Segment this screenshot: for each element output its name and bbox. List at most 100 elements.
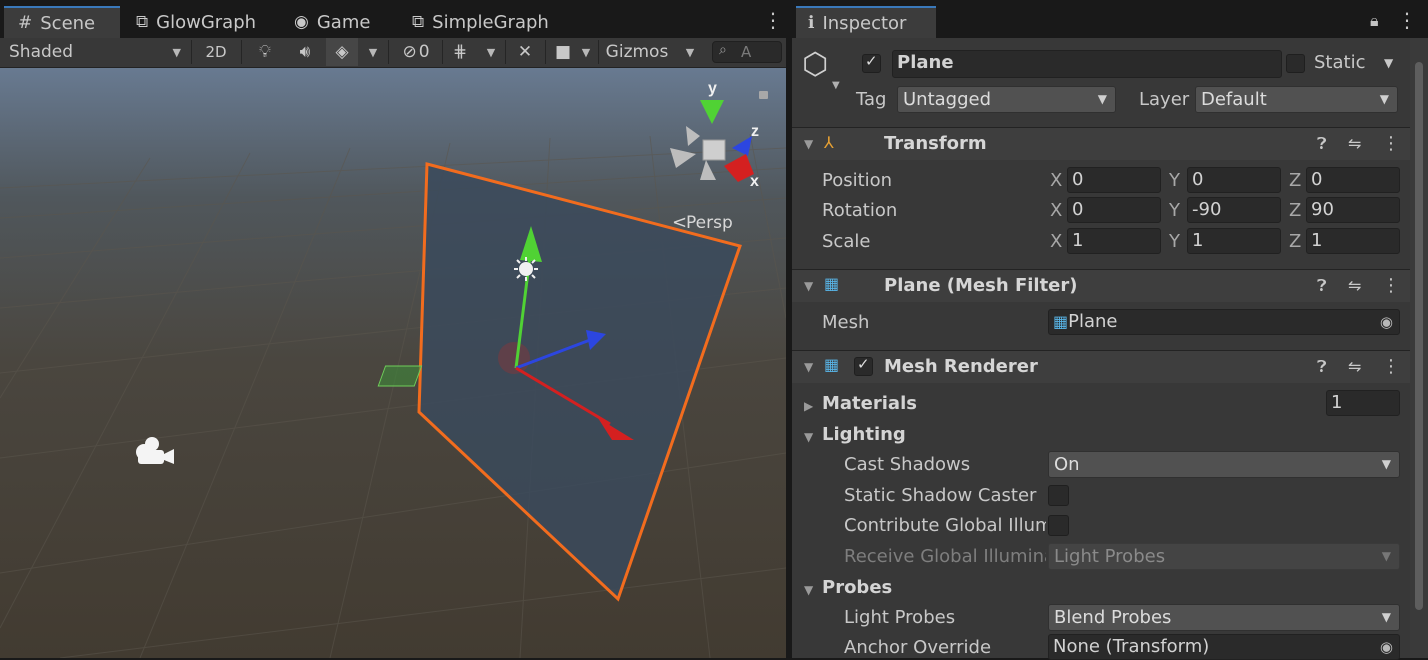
inspector-panel: ℹ Inspector 🔒︎ ⋮ ⬡ ▼ Plane Static ▼ Tag … [792,0,1428,660]
help-icon[interactable]: ❓︎ [1317,134,1327,154]
rotation-z-field[interactable]: 90 [1306,197,1400,223]
help-icon[interactable]: ❓︎ [1317,276,1327,296]
rotation-z-value: 90 [1311,199,1334,220]
icon-chevron-down-icon[interactable]: ▼ [832,80,840,91]
chevron-down-icon: ▼ [1097,92,1107,106]
camera-chevron-down-icon[interactable]: ▼ [576,38,596,66]
scale-y-label: Y [1169,231,1180,252]
tag-dropdown[interactable]: Untagged ▼ [897,86,1116,113]
grid-chevron-down-icon[interactable]: ▼ [480,38,502,66]
search-placeholder: A [741,43,752,61]
help-icon[interactable]: ❓︎ [1317,357,1327,377]
object-active-checkbox[interactable] [862,52,881,73]
lighting-toggle-icon[interactable]: 💡︎ [250,38,280,66]
gizmos-button[interactable]: Gizmos [602,38,672,66]
transform-axes-icon: ⅄ [824,133,834,152]
fold-down-icon[interactable]: ▼ [804,360,813,374]
scene-viewport[interactable]: y z x < Persp [0,68,786,658]
position-y-field[interactable]: 0 [1187,167,1281,193]
cast-shadows-dropdown[interactable]: On ▼ [1048,451,1400,478]
preset-icon[interactable]: ⇋ [1348,134,1361,153]
rotation-x-field[interactable]: 0 [1067,197,1161,223]
tools-icon[interactable]: ✕ [510,38,540,66]
xz-plane-handle [377,365,423,387]
materials-count-field[interactable]: 1 [1326,390,1400,416]
rotation-x-value: 0 [1072,199,1084,220]
materials-count: 1 [1331,392,1343,413]
mesh-label: Mesh [822,312,870,333]
mode-2d-toggle[interactable]: 2D [196,38,236,66]
component-menu-kebab-icon[interactable]: ⋮ [1382,133,1400,154]
light-probes-dropdown[interactable]: Blend Probes ▼ [1048,604,1400,631]
lighting-label[interactable]: Lighting [822,424,906,445]
scale-x-label: X [1050,231,1063,252]
receive-gi-label: Receive Global Illumina [844,546,1046,567]
shading-mode-dropdown[interactable]: Shaded ▼ [0,38,190,66]
scale-x-field[interactable]: 1 [1067,228,1161,254]
effects-toggle-icon[interactable]: ◈ [326,38,358,66]
anchor-override-field[interactable]: None (Transform) ◉ [1048,634,1400,660]
static-chevron-down-icon[interactable]: ▼ [1384,56,1393,70]
scale-y-field[interactable]: 1 [1187,228,1281,254]
preset-icon[interactable]: ⇋ [1348,357,1361,376]
component-menu-kebab-icon[interactable]: ⋮ [1382,275,1400,296]
static-label: Static [1314,52,1366,73]
static-shadow-caster-checkbox[interactable] [1048,485,1069,506]
transform-title: Transform [884,133,987,154]
audio-toggle-icon[interactable]: 🔊︎ [290,38,320,66]
scene-search-input[interactable]: ⌕ A [712,41,782,63]
object-picker-icon[interactable]: ◉ [1380,635,1393,659]
grid-snap-icon[interactable]: ⋕ [446,38,474,66]
gizmos-chevron-down-icon[interactable]: ▼ [680,38,700,66]
camera-settings-icon[interactable]: ■ [550,38,576,66]
transform-header[interactable]: ▼ ⅄ Transform ❓︎ ⇋ ⋮ [792,127,1410,160]
scene-menu-kebab-icon[interactable]: ⋮ [763,10,783,30]
info-icon: ℹ [808,13,815,33]
component-menu-kebab-icon[interactable]: ⋮ [1382,356,1400,377]
layer-dropdown[interactable]: Default ▼ [1195,86,1398,113]
scene-panel: # Scene ⧉ GlowGraph ◉ Game ⧉ SimpleGraph… [0,0,786,658]
materials-foldout-right-icon[interactable]: ▶ [804,399,813,413]
tab-scene[interactable]: # Scene [4,6,120,38]
tab-game[interactable]: ◉ Game [294,6,370,38]
effects-chevron-down-icon[interactable]: ▼ [362,38,384,66]
object-picker-icon[interactable]: ◉ [1380,310,1393,334]
materials-label[interactable]: Materials [822,393,917,414]
tab-scene-label: Scene [40,12,96,34]
projection-chevron-icon: < [672,212,687,233]
mesh-filter-header[interactable]: ▼ ▦ Plane (Mesh Filter) ❓︎ ⇋ ⋮ [792,269,1410,302]
gamepad-icon: ◉ [294,12,309,32]
contribute-gi-checkbox[interactable] [1048,515,1069,536]
inspector-menu-kebab-icon[interactable]: ⋮ [1397,10,1417,30]
position-z-label: Z [1289,170,1302,191]
light-icon [514,257,538,281]
lock-icon[interactable]: 🔒︎ [1370,11,1379,31]
scene-visibility-toggle[interactable]: ⊘ 0 [394,38,438,66]
position-x-field[interactable]: 0 [1067,167,1161,193]
inspector-scrollbar[interactable] [1410,38,1428,658]
scale-label: Scale [822,231,871,252]
fold-down-icon[interactable]: ▼ [804,279,813,293]
tab-glowgraph[interactable]: ⧉ GlowGraph [136,6,256,38]
chevron-down-icon: ▼ [172,45,181,59]
rotation-y-field[interactable]: -90 [1187,197,1281,223]
tab-simplegraph[interactable]: ⧉ SimpleGraph [412,6,549,38]
position-z-field[interactable]: 0 [1306,167,1400,193]
lighting-foldout-down-icon[interactable]: ▼ [804,430,813,444]
scrollbar-thumb[interactable] [1415,62,1423,610]
static-checkbox[interactable] [1286,54,1305,73]
receive-gi-value: Light Probes [1054,546,1166,567]
tab-inspector[interactable]: ℹ Inspector [796,6,936,38]
probes-foldout-down-icon[interactable]: ▼ [804,583,813,597]
mesh-renderer-icon: ▦ [824,355,840,374]
scale-z-field[interactable]: 1 [1306,228,1400,254]
mesh-renderer-enabled-checkbox[interactable] [854,355,873,376]
object-name-field[interactable]: Plane [892,50,1282,78]
probes-label[interactable]: Probes [822,577,892,598]
mesh-renderer-header[interactable]: ▼ ▦ Mesh Renderer ❓︎ ⇋ ⋮ [792,350,1410,383]
mesh-object-field[interactable]: ▦Plane ◉ [1048,309,1400,335]
fold-down-icon[interactable]: ▼ [804,137,813,151]
preset-icon[interactable]: ⇋ [1348,276,1361,295]
layer-label: Layer [1139,89,1190,110]
gizmos-label: Gizmos [605,42,669,62]
